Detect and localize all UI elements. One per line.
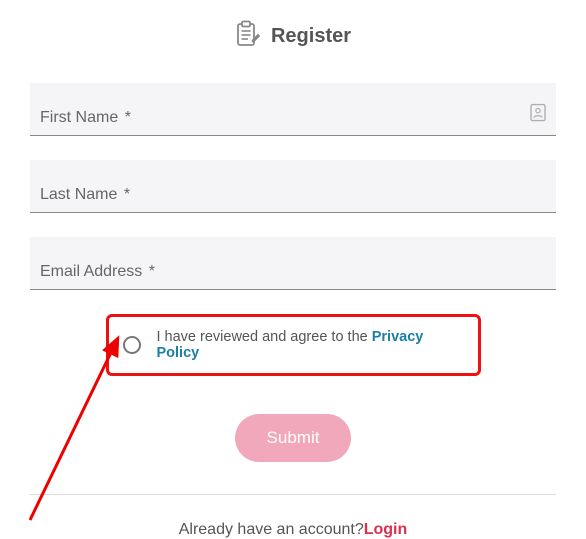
required-mark: *: [125, 109, 131, 126]
login-link[interactable]: Login: [364, 521, 408, 538]
divider: [30, 494, 556, 495]
first-name-field[interactable]: First Name *: [30, 83, 556, 136]
first-name-label: First Name: [40, 109, 118, 126]
footer-prompt: Already have an account?: [179, 521, 364, 538]
footer: Already have an account?Login: [30, 521, 556, 539]
last-name-field[interactable]: Last Name *: [30, 160, 556, 213]
submit-button[interactable]: Submit: [235, 414, 352, 462]
consent-prefix: I have reviewed and agree to the: [157, 329, 372, 345]
consent-text: I have reviewed and agree to the Privacy…: [157, 329, 464, 361]
email-field[interactable]: Email Address *: [30, 237, 556, 290]
email-label: Email Address: [40, 263, 142, 280]
last-name-label: Last Name: [40, 186, 117, 203]
required-mark: *: [149, 263, 155, 280]
consent-radio[interactable]: [123, 336, 141, 354]
clipboard-edit-icon: [235, 20, 261, 53]
page-header: Register: [30, 20, 556, 53]
consent-row: I have reviewed and agree to the Privacy…: [106, 314, 481, 376]
page-title: Register: [271, 25, 351, 48]
contact-card-icon: [530, 104, 546, 122]
required-mark: *: [124, 186, 130, 203]
